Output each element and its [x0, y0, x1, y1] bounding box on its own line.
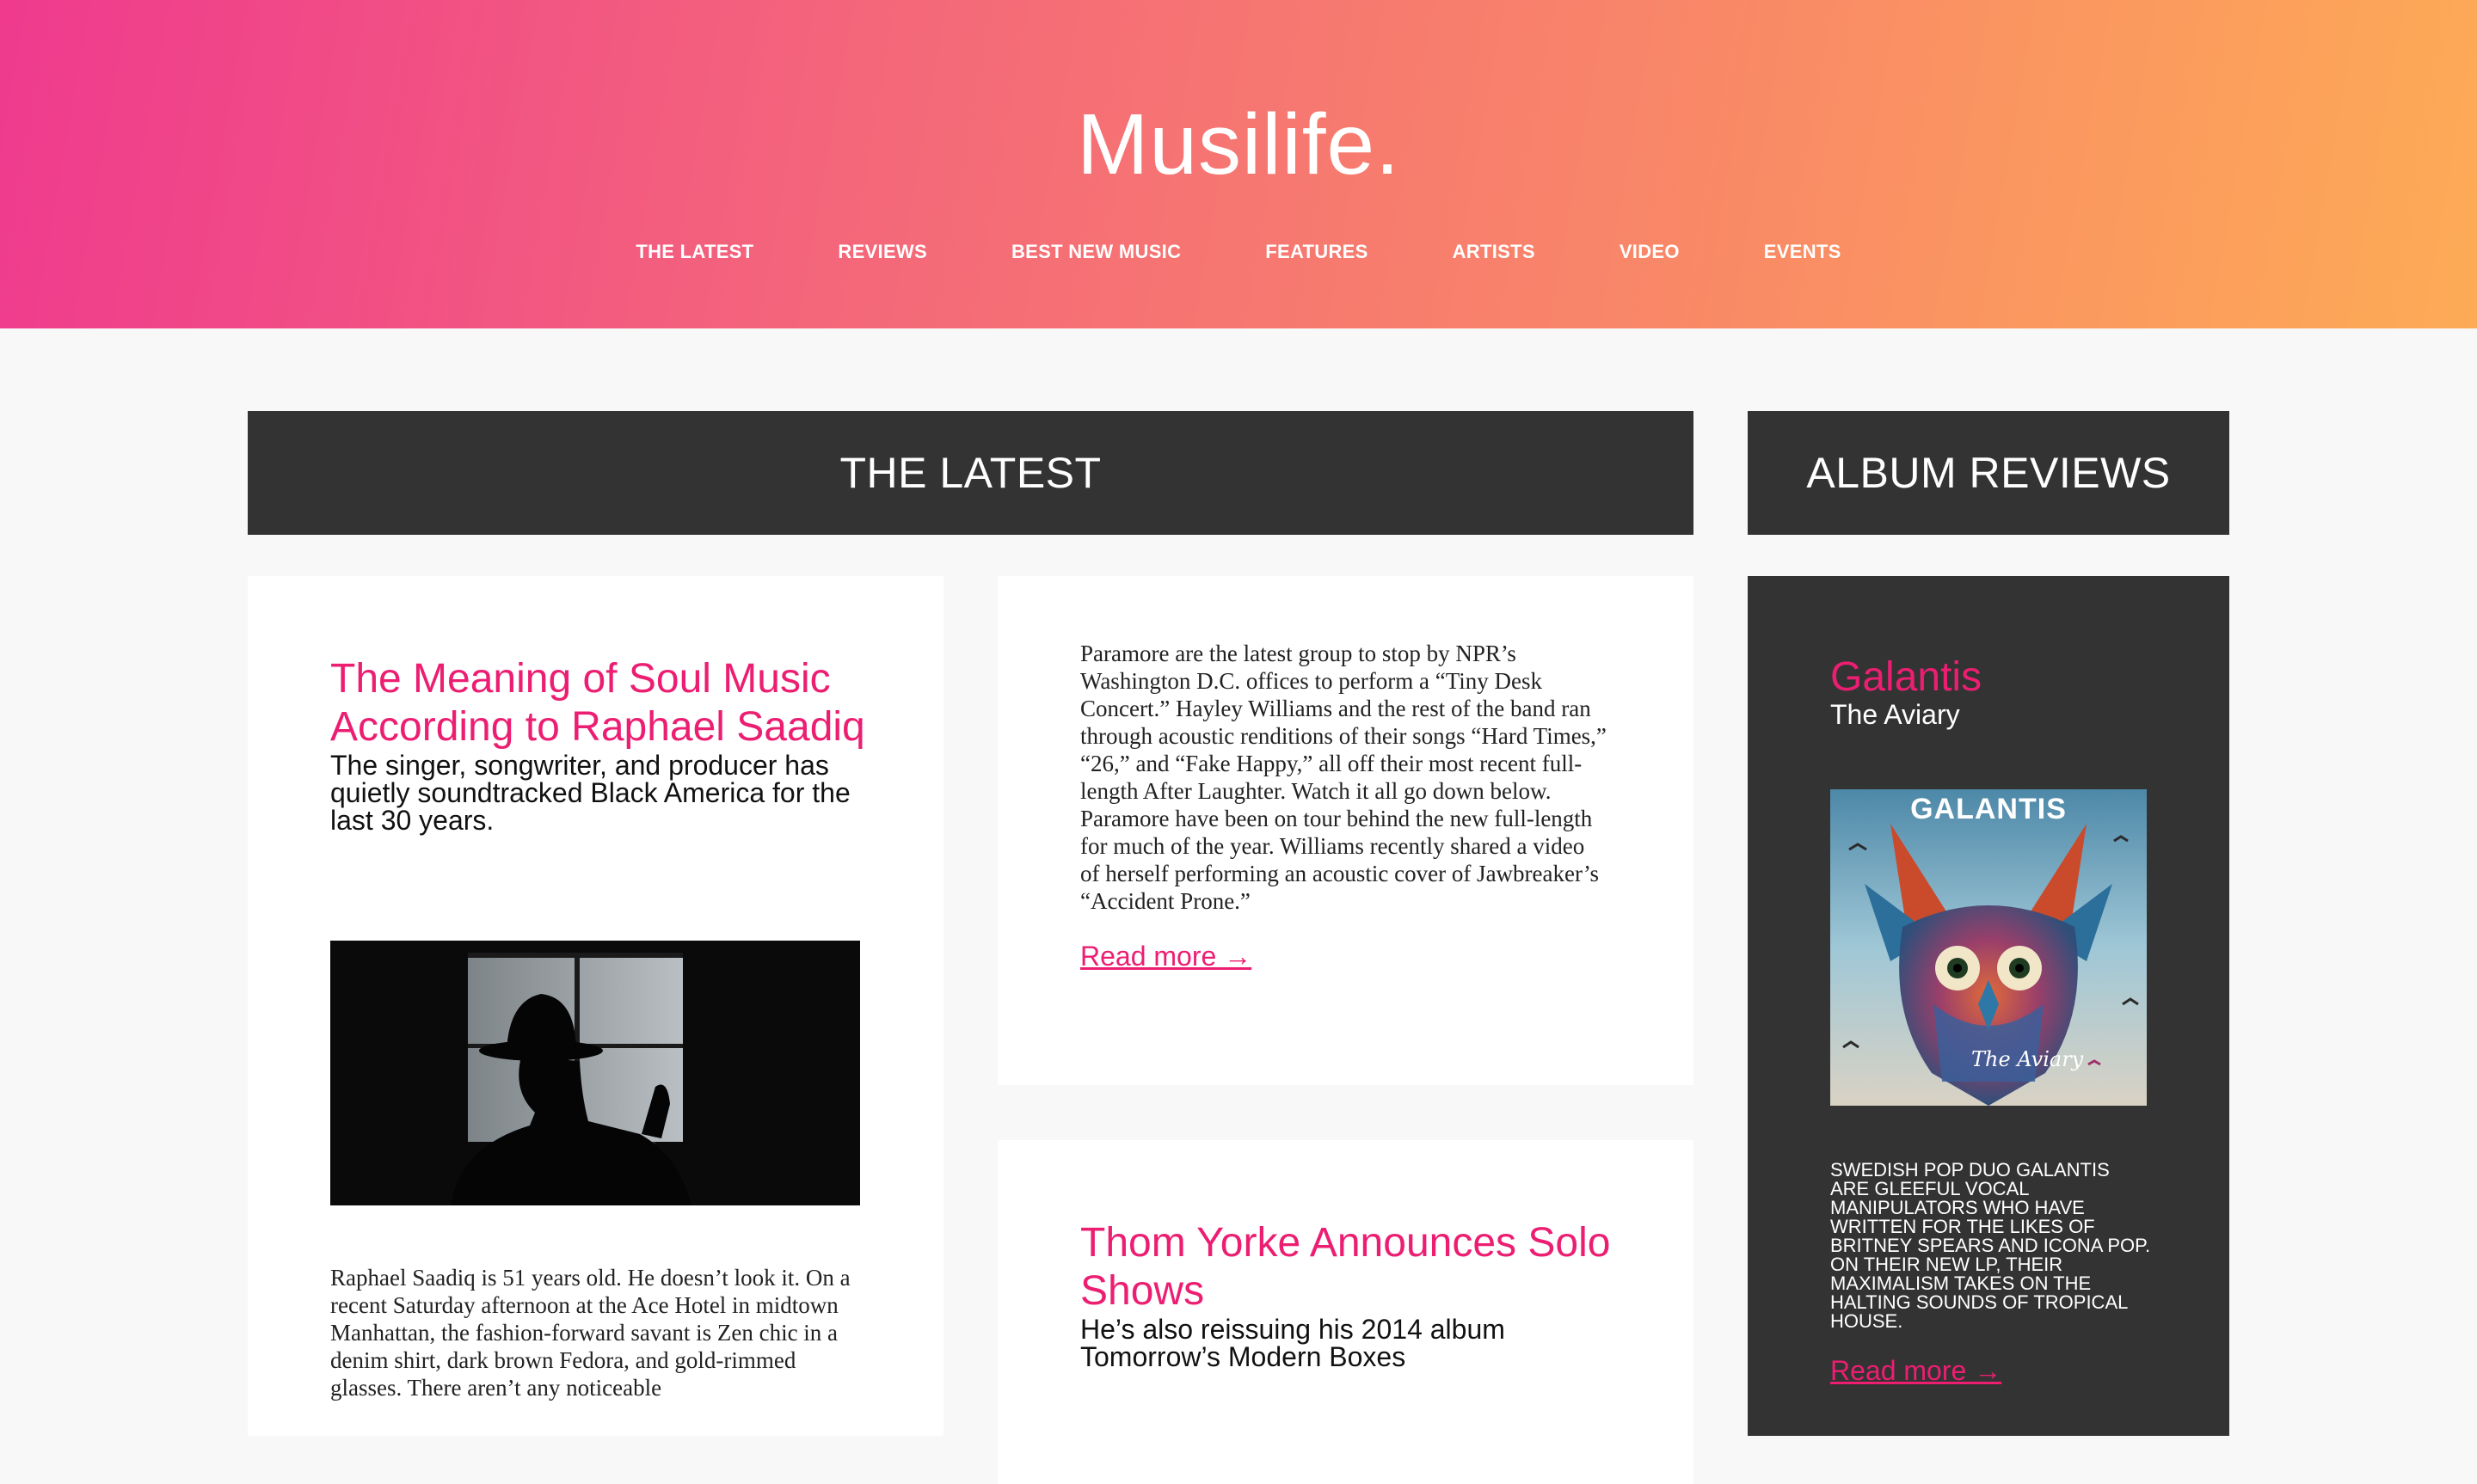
nav-item-features[interactable]: FEATURES — [1223, 234, 1410, 270]
section-heading-reviews-label: ALBUM REVIEWS — [1806, 449, 2171, 497]
article-subtitle: The singer, songwriter, and producer has… — [330, 750, 851, 836]
article-title[interactable]: Thom Yorke Announces Solo Shows — [1080, 1219, 1613, 1315]
read-more-link[interactable]: Read more → — [1830, 1355, 2001, 1387]
silhouette-photo — [330, 941, 860, 1205]
nav-item-video[interactable]: VIDEO — [1577, 234, 1722, 270]
album-review-card[interactable]: Galantis The Aviary GALANTIS The Aviary … — [1748, 576, 2229, 1436]
article-card-saadiq[interactable]: The Meaning of Soul Music According to R… — [248, 576, 943, 1436]
article-card-thom-yorke[interactable]: Thom Yorke Announces Solo Shows He’s als… — [998, 1140, 1693, 1484]
album-cover-script: The Aviary — [1971, 1047, 2084, 1071]
nav-item-the-latest[interactable]: THE LATEST — [593, 234, 796, 270]
article-body: Paramore are the latest group to stop by… — [1080, 641, 1607, 914]
main-nav: THE LATEST REVIEWS BEST NEW MUSIC FEATUR… — [0, 234, 2477, 270]
review-blurb: SWEDISH POP DUO GALANTIS ARE GLEEFUL VOC… — [1830, 1159, 2151, 1332]
site-header: Musilife. THE LATEST REVIEWS BEST NEW MU… — [0, 0, 2477, 328]
nav-item-events[interactable]: EVENTS — [1722, 234, 1884, 270]
read-more-link[interactable]: Read more → — [1080, 941, 1251, 972]
nav-item-artists[interactable]: ARTISTS — [1411, 234, 1577, 270]
article-card-paramore[interactable]: Paramore are the latest group to stop by… — [998, 576, 1693, 1085]
article-title[interactable]: The Meaning of Soul Music According to R… — [330, 655, 872, 751]
article-body: Raphael Saadiq is 51 years old. He doesn… — [330, 1265, 851, 1401]
review-album-title: The Aviary — [1830, 699, 1960, 730]
section-heading-reviews: ALBUM REVIEWS — [1748, 411, 2229, 535]
nav-item-best-new-music[interactable]: BEST NEW MUSIC — [969, 234, 1223, 270]
review-artist[interactable]: Galantis — [1830, 655, 2174, 700]
album-cover[interactable]: GALANTIS The Aviary — [1830, 789, 2147, 1106]
section-heading-latest-label: THE LATEST — [839, 449, 1102, 497]
section-heading-latest: THE LATEST — [248, 411, 1693, 535]
site-logo[interactable]: Musilife. — [0, 93, 2477, 196]
article-subtitle: He’s also reissuing his 2014 album Tomor… — [1080, 1314, 1505, 1372]
album-cover-title: GALANTIS — [1910, 793, 2067, 825]
nav-item-reviews[interactable]: REVIEWS — [796, 234, 969, 270]
article-photo[interactable] — [330, 941, 860, 1205]
